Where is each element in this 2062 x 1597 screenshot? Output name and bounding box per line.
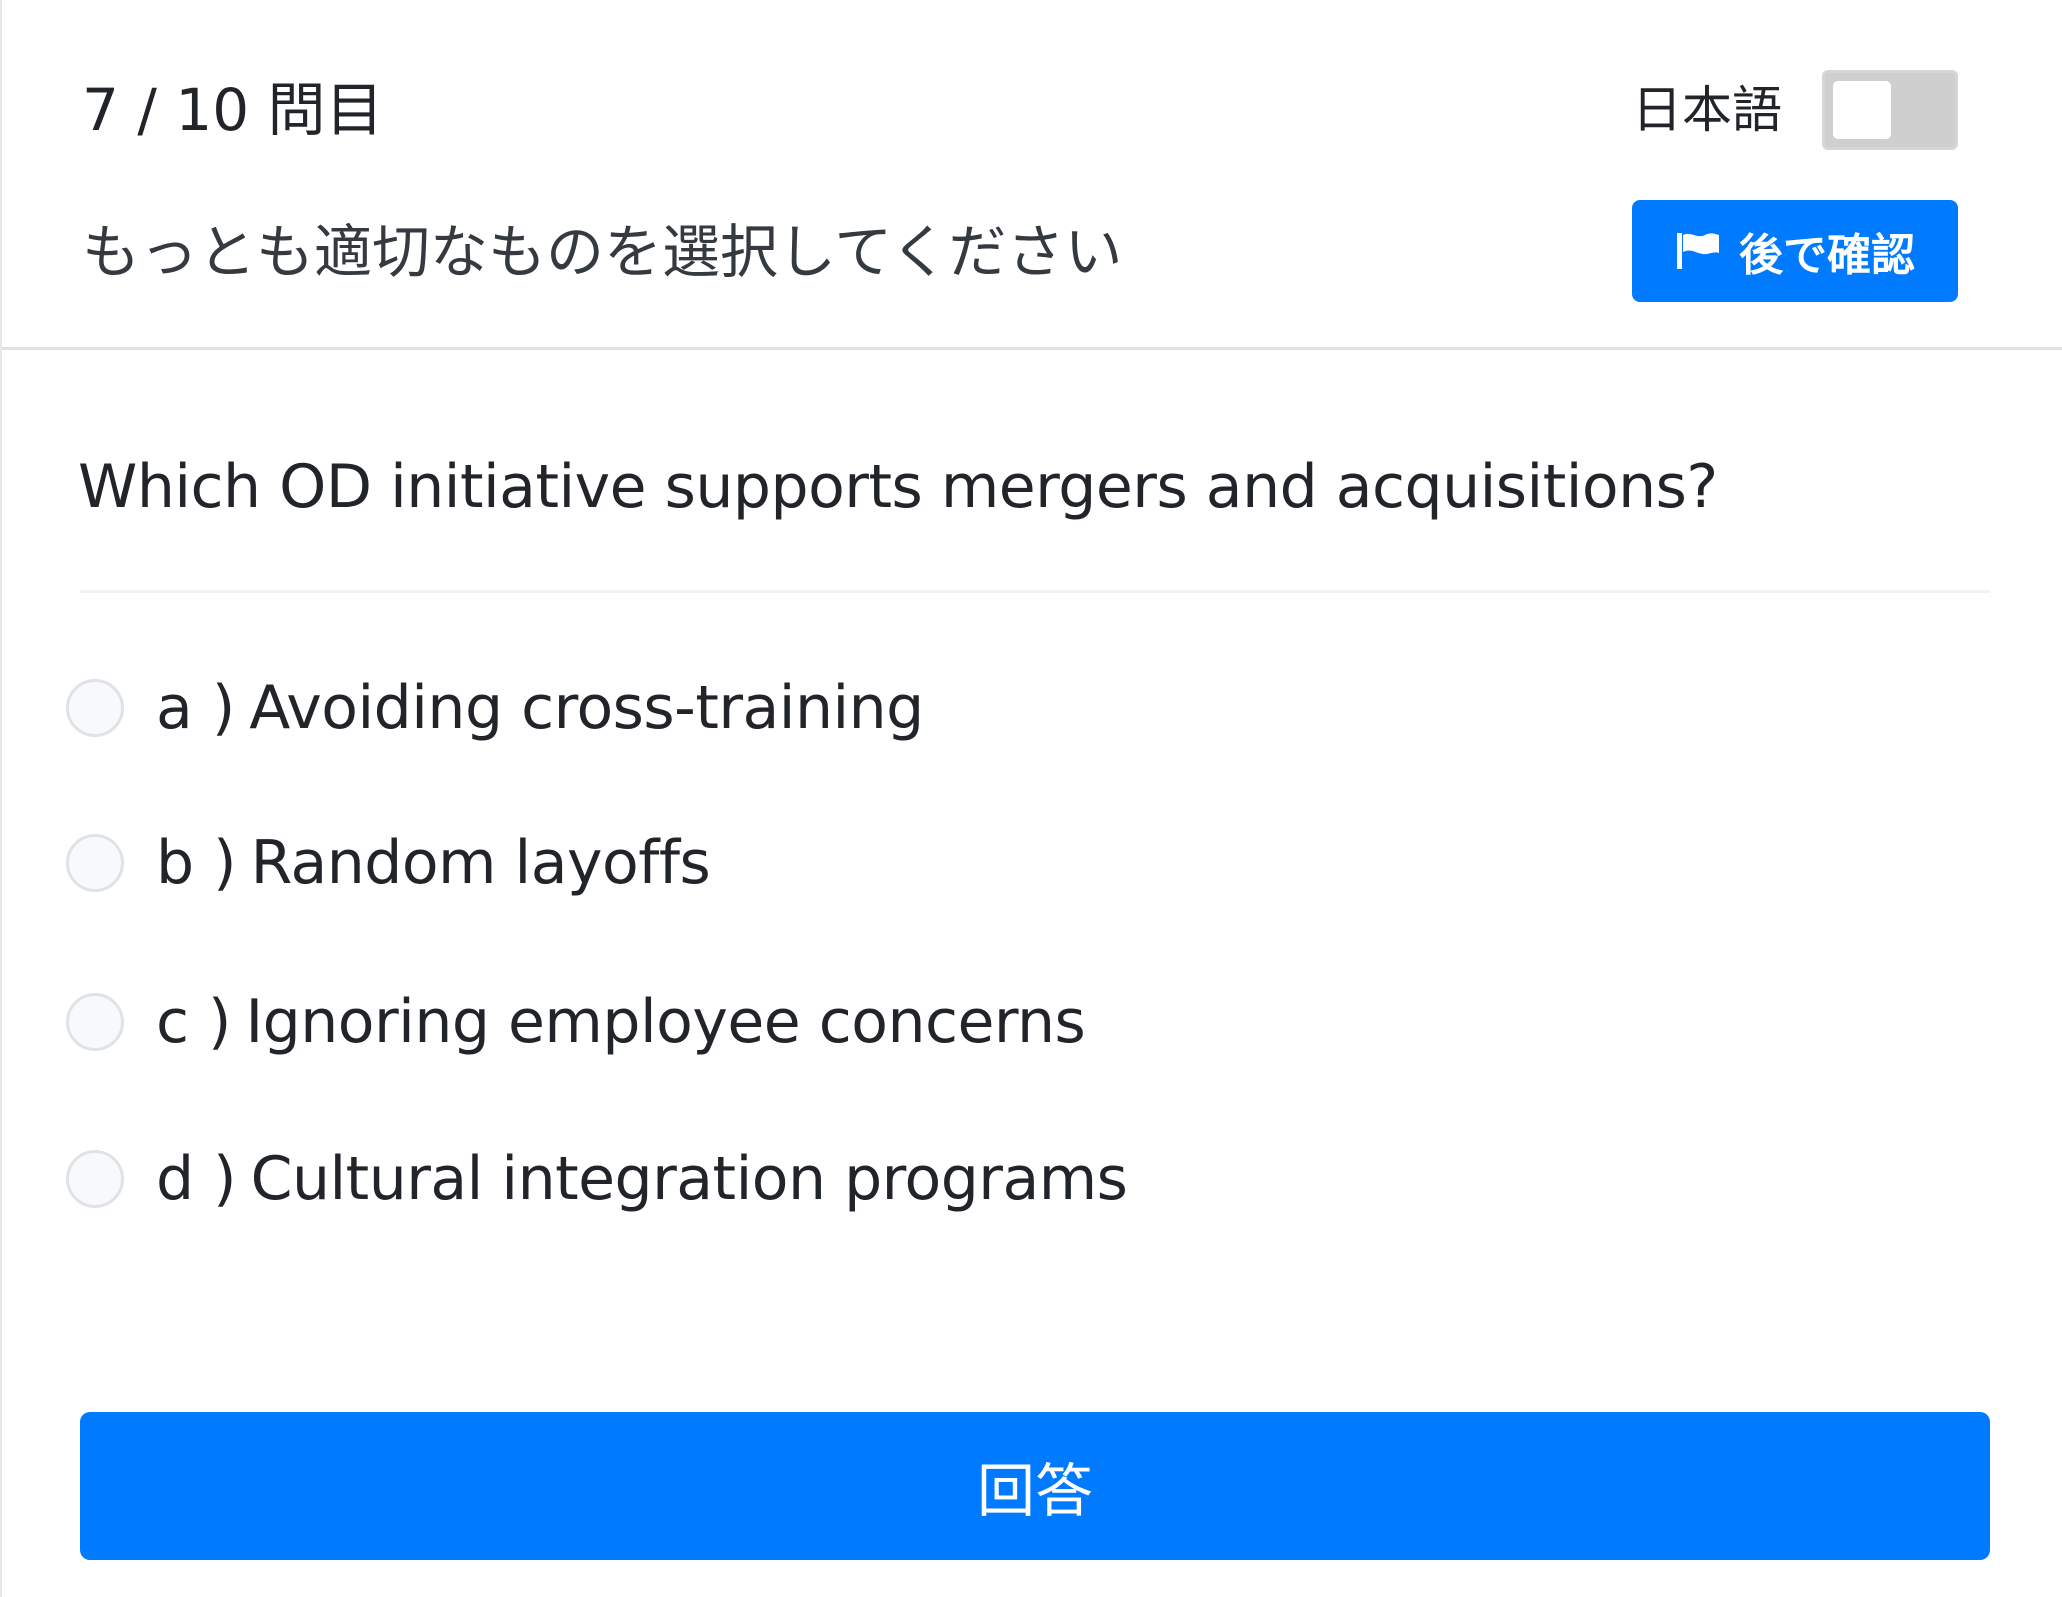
answer-button[interactable]: 回答 (80, 1412, 1990, 1560)
option-a-text: Avoiding cross-training (249, 673, 924, 743)
question-divider (80, 590, 1990, 593)
option-b[interactable]: b ) Random layoffs (66, 813, 1266, 913)
option-a-radio[interactable] (66, 679, 124, 737)
toggle-knob (1833, 81, 1891, 139)
option-c-radio[interactable] (66, 993, 124, 1051)
instruction-text: もっとも適切なものを選択してください (82, 218, 1123, 286)
quiz-header: 7 / 10 問目 日本語 もっとも適切なものを選択してください 後で確認 (2, 0, 2062, 350)
question-progress: 7 / 10 問目 (82, 76, 384, 144)
question-text: Which OD initiative supports mergers and… (78, 452, 1718, 522)
option-b-letter: b ) (156, 828, 237, 898)
option-c[interactable]: c ) Ignoring employee concerns (66, 972, 1266, 1072)
option-a-letter: a ) (156, 673, 236, 743)
option-d-text: Cultural integration programs (250, 1144, 1128, 1214)
option-b-text: Random layoffs (250, 828, 711, 898)
option-b-radio[interactable] (66, 834, 124, 892)
language-toggle[interactable] (1822, 70, 1958, 150)
quiz-card: 7 / 10 問目 日本語 もっとも適切なものを選択してください 後で確認 Wh… (0, 0, 2062, 1597)
option-d-letter: d ) (156, 1144, 237, 1214)
review-later-button[interactable]: 後で確認 (1632, 200, 1958, 302)
language-label: 日本語 (1632, 81, 1782, 139)
flag-icon (1675, 231, 1721, 271)
option-d-radio[interactable] (66, 1150, 124, 1208)
option-d[interactable]: d ) Cultural integration programs (66, 1129, 1266, 1229)
option-a[interactable]: a ) Avoiding cross-training (66, 658, 1266, 758)
review-later-label: 後で確認 (1739, 230, 1915, 281)
option-c-letter: c ) (156, 987, 232, 1057)
option-c-text: Ignoring employee concerns (245, 987, 1086, 1057)
